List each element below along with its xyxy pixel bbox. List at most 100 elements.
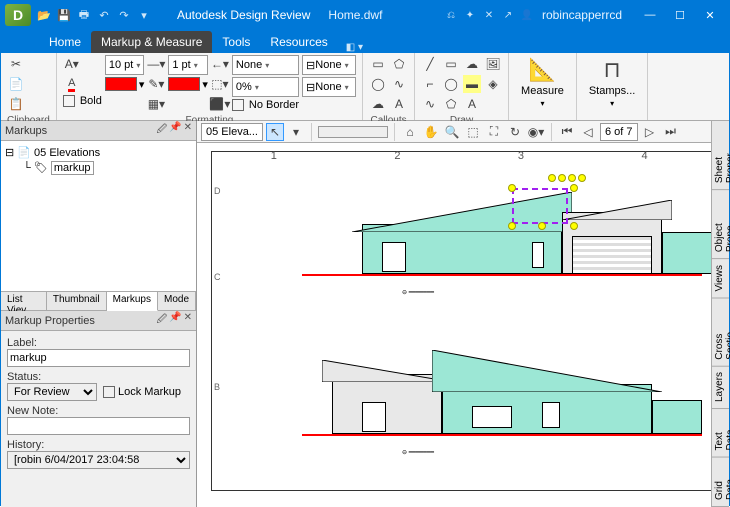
vtab-views[interactable]: Views — [712, 259, 729, 299]
panel-pin-icon[interactable]: 📌 — [169, 122, 181, 139]
tab-home[interactable]: Home — [39, 31, 91, 53]
redo-icon[interactable]: ↷ — [115, 6, 133, 24]
fill-color-dropdown-icon[interactable]: ▾ — [139, 78, 145, 91]
dd-icon[interactable]: ▾ — [287, 123, 305, 141]
pattern-button[interactable]: ▦▾ — [147, 95, 165, 113]
title-icon-4[interactable]: ↗ — [500, 7, 516, 23]
copy-button[interactable]: 📄 — [7, 75, 25, 93]
zoom-button[interactable]: 🔍 — [443, 123, 461, 141]
draw-freehand-button[interactable]: ∿ — [421, 95, 439, 113]
maximize-button[interactable]: ☐ — [665, 4, 695, 26]
line-weight-combo[interactable]: 1 pt▾ — [168, 55, 208, 75]
close-button[interactable]: ✕ — [695, 4, 725, 26]
draw-line-button[interactable]: ╱ — [421, 55, 439, 73]
fill-style-button[interactable]: ⬛▾ — [211, 95, 229, 113]
arrow-style-combo[interactable]: ⊟ None▾ — [302, 77, 356, 97]
line-style-button[interactable]: ―▾ — [147, 55, 165, 73]
print-icon[interactable]: 🖶 — [75, 6, 93, 24]
bold-checkbox[interactable]: Bold — [63, 95, 102, 107]
cut-button[interactable]: ✂ — [7, 55, 25, 73]
user-icon[interactable]: 👤 — [519, 7, 535, 23]
panel-close-icon[interactable]: ✕ — [184, 122, 192, 139]
title-icon-1[interactable]: ⎌ — [443, 7, 459, 23]
vtab-grid-data[interactable]: Grid Data — [712, 458, 729, 507]
fill-color-swatch[interactable] — [105, 77, 137, 91]
tab-list-view[interactable]: List Viev — [1, 292, 47, 310]
font-color-button[interactable]: A — [63, 75, 81, 93]
props-close-icon[interactable]: ✕ — [184, 312, 192, 329]
tab-mode[interactable]: Mode — [158, 292, 196, 310]
first-page-button[interactable]: ⏮ — [558, 123, 576, 141]
draw-ellipse-button[interactable]: ◯ — [442, 75, 460, 93]
props-prev-icon[interactable]: 🖉 — [156, 312, 167, 329]
callout-cloud-button[interactable]: ☁ — [369, 95, 387, 113]
home-view-button[interactable]: ⌂ — [401, 123, 419, 141]
font-size-combo[interactable]: 10 pt▾ — [105, 55, 145, 75]
status-select[interactable]: For Review — [7, 383, 97, 401]
pan-button[interactable]: ✋ — [422, 123, 440, 141]
vtab-layers[interactable]: Layers — [712, 366, 729, 409]
tree-markup-node[interactable]: └ 🏷 markup — [5, 160, 192, 175]
callout-free-button[interactable]: ∿ — [390, 75, 408, 93]
panel-filter-icon[interactable]: 🖉 — [156, 122, 167, 139]
select-tool-button[interactable]: ↖ — [266, 123, 284, 141]
tab-resources[interactable]: Resources — [260, 31, 337, 53]
zoom-slider[interactable] — [318, 126, 388, 138]
save-icon[interactable]: 💾 — [55, 6, 73, 24]
open-icon[interactable]: 📂 — [35, 6, 53, 24]
sheet-selector[interactable]: 05 Eleva... — [201, 123, 263, 141]
vtab-object-properties[interactable]: Object Prope... — [712, 190, 729, 259]
fit-button[interactable]: ⛶ — [485, 123, 503, 141]
lock-markup-checkbox[interactable]: Lock Markup — [103, 386, 181, 398]
callout-poly-button[interactable]: ⬠ — [390, 55, 408, 73]
tab-markups[interactable]: Markups — [107, 292, 158, 311]
tree-root-node[interactable]: ⊟ 📄 05 Elevations — [5, 145, 192, 160]
prev-page-button[interactable]: ◁ — [579, 123, 597, 141]
tab-thumbnail[interactable]: Thumbnail — [47, 292, 107, 310]
line-color-button[interactable]: ✎▾ — [147, 75, 165, 93]
vtab-cross-sections[interactable]: Cross Sectio... — [712, 299, 729, 367]
next-page-button[interactable]: ▷ — [641, 123, 659, 141]
last-page-button[interactable]: ⏭ — [662, 123, 680, 141]
markup-selection[interactable] — [512, 188, 568, 224]
minimize-button[interactable]: — — [635, 4, 665, 26]
zoom-window-button[interactable]: ⬚ — [464, 123, 482, 141]
draw-highlight-button[interactable]: ▬ — [463, 75, 481, 93]
newnote-input[interactable] — [7, 417, 190, 435]
stamps-button[interactable]: ⊓ Stamps... ▾ — [583, 55, 641, 110]
start-arrow-combo[interactable]: None▾ — [232, 55, 299, 75]
arrow-end-button[interactable]: ⬚▾ — [211, 75, 229, 93]
undo-icon[interactable]: ↶ — [95, 6, 113, 24]
line-color-dropdown-icon[interactable]: ▾ — [202, 78, 208, 91]
title-icon-2[interactable]: ✦ — [462, 7, 478, 23]
draw-image-button[interactable]: 🖼 — [484, 55, 502, 73]
vtab-text-data[interactable]: Text Data — [712, 409, 729, 458]
title-icon-3[interactable]: ✕ — [481, 7, 497, 23]
page-indicator[interactable]: 6 of 7 — [600, 123, 638, 141]
callout-text-button[interactable]: A — [390, 95, 408, 113]
qat-dropdown-icon[interactable]: ▾ — [135, 6, 153, 24]
tab-tools[interactable]: Tools — [212, 31, 260, 53]
measure-button[interactable]: 📐 Measure ▾ — [515, 55, 570, 110]
history-select[interactable]: [robin 6/04/2017 23:04:58 — [7, 451, 190, 469]
tab-extra-icon[interactable]: ◧ ▾ — [346, 42, 363, 53]
line-color-swatch[interactable] — [168, 77, 200, 91]
arrow-start-button[interactable]: ←▾ — [211, 55, 229, 73]
font-family-button[interactable]: A▾ — [63, 55, 81, 73]
draw-rect-button[interactable]: ▭ — [442, 55, 460, 73]
draw-poly-button[interactable]: ⬠ — [442, 95, 460, 113]
label-input[interactable] — [7, 349, 190, 367]
callout-rect-button[interactable]: ▭ — [369, 55, 387, 73]
callout-ellipse-button[interactable]: ◯ — [369, 75, 387, 93]
view-dd-button[interactable]: ◉▾ — [527, 123, 545, 141]
drawing-canvas[interactable]: 12345 D D C B B — [197, 143, 711, 507]
end-arrow-combo[interactable]: ⊟ None▾ — [302, 55, 356, 75]
draw-polyline-button[interactable]: ⌐ — [421, 75, 439, 93]
paste-button[interactable]: 📋 — [7, 95, 25, 113]
vtab-sheet-properties[interactable]: Sheet Proper... — [712, 121, 729, 190]
draw-symbol-button[interactable]: ◈ — [484, 75, 502, 93]
draw-text-button[interactable]: A — [463, 95, 481, 113]
tab-markup-measure[interactable]: Markup & Measure — [91, 31, 212, 53]
noborder-checkbox[interactable]: No Border — [232, 99, 299, 111]
orbit-button[interactable]: ↻ — [506, 123, 524, 141]
